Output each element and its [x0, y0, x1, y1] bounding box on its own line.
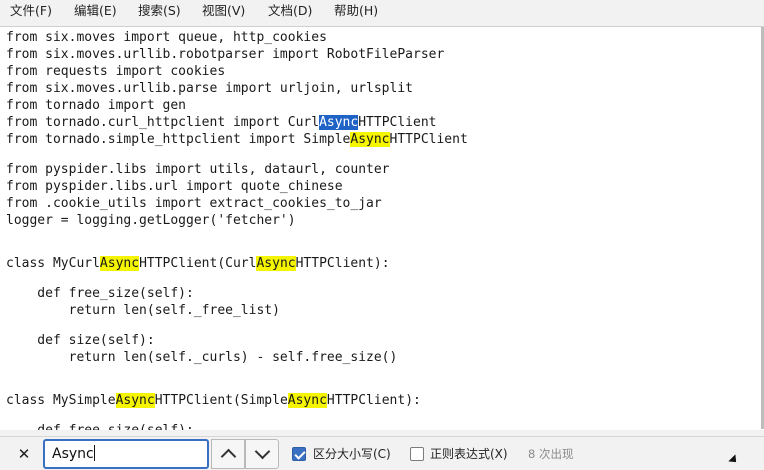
code-line[interactable]: def free_size(self): [6, 422, 194, 430]
match-count: 8 次出现 [528, 447, 574, 461]
code-line[interactable]: from pyspider.libs.url import quote_chin… [6, 178, 343, 195]
code-segment: from requests import cookies [6, 64, 226, 79]
chevron-up-icon [220, 448, 237, 465]
regex-label[interactable]: 正则表达式(X) [430, 439, 508, 469]
menubar: 文件(F) 编辑(E) 搜索(S) 视图(V) 文档(D) 帮助(H) [0, 0, 764, 22]
current-match-selection: Async [319, 115, 359, 130]
code-segment: HTTPClient): [295, 256, 390, 271]
code-line[interactable]: from pyspider.libs import utils, dataurl… [6, 161, 390, 178]
code-line[interactable]: from tornado.curl_httpclient import Curl… [6, 114, 437, 131]
close-icon: ✕ [17, 445, 31, 463]
code-line[interactable]: from six.moves.urllib.robotparser import… [6, 46, 444, 63]
code-segment: def free_size(self): [6, 423, 194, 430]
code-segment: HTTPClient [358, 115, 437, 130]
search-input[interactable]: Async [43, 439, 209, 469]
code-segment: from pyspider.libs import utils, dataurl… [6, 162, 390, 177]
find-previous-button[interactable] [211, 439, 245, 469]
code-segment: from six.moves.urllib.parse import urljo… [6, 81, 413, 96]
menu-search[interactable]: 搜索(S) [138, 0, 181, 22]
code-segment: from tornado.simple_httpclient import Si… [6, 132, 351, 147]
chevron-down-icon [254, 443, 271, 460]
code-line[interactable]: from tornado.simple_httpclient import Si… [6, 131, 468, 148]
search-input-value: Async [52, 446, 94, 462]
code-segment: def free_size(self): [6, 286, 194, 301]
code-segment: from pyspider.libs.url import quote_chin… [6, 179, 343, 194]
code-line[interactable]: logger = logging.getLogger('fetcher') [6, 212, 296, 229]
code-segment: def size(self): [6, 333, 155, 348]
search-match-highlight: Async [115, 393, 155, 408]
code-segment: from six.moves.urllib.robotparser import… [6, 47, 445, 62]
code-line[interactable]: return len(self._free_list) [6, 302, 280, 319]
code-segment: return len(self._free_list) [6, 303, 280, 318]
code-segment: class MyCurl [6, 256, 100, 271]
code-line[interactable]: from six.moves import queue, http_cookie… [6, 29, 327, 46]
code-segment: from .cookie_utils import extract_cookie… [6, 196, 382, 211]
regex-checkbox[interactable] [410, 447, 424, 461]
code-segment: return len(self._curls) - self.free_size… [6, 350, 398, 365]
match-case-checkbox[interactable] [292, 447, 306, 461]
code-editor[interactable]: from six.moves import queue, http_cookie… [0, 26, 764, 430]
close-find-button[interactable]: ✕ [14, 439, 34, 469]
code-segment: from six.moves import queue, http_cookie… [6, 30, 327, 45]
search-match-highlight: Async [350, 132, 390, 147]
code-line[interactable]: from six.moves.urllib.parse import urljo… [6, 80, 413, 97]
search-match-highlight: Async [287, 393, 327, 408]
code-segment: HTTPClient(Simple [154, 393, 288, 408]
code-line[interactable]: return len(self._curls) - self.free_size… [6, 349, 398, 366]
match-case-label[interactable]: 区分大小写(C) [313, 439, 391, 469]
code-segment: class MySimple [6, 393, 116, 408]
search-match-highlight: Async [99, 256, 140, 271]
find-bar: ✕ Async 区分大小写(C) 正则表达式(X) 8 次出现 [0, 436, 764, 470]
text-caret [93, 445, 95, 461]
code-segment: HTTPClient): [326, 393, 421, 408]
menu-view[interactable]: 视图(V) [202, 0, 245, 22]
code-line[interactable]: class MyCurlAsyncHTTPClient(CurlAsyncHTT… [6, 255, 390, 272]
code-line[interactable]: class MySimpleAsyncHTTPClient(SimpleAsyn… [6, 392, 421, 409]
menu-edit[interactable]: 编辑(E) [74, 0, 117, 22]
code-segment: from tornado import gen [6, 98, 187, 113]
menu-help[interactable]: 帮助(H) [334, 0, 378, 22]
code-line[interactable]: def free_size(self): [6, 285, 194, 302]
search-match-highlight: Async [256, 256, 296, 271]
code-segment: from tornado.curl_httpclient import Curl [6, 115, 320, 130]
find-next-button[interactable] [245, 439, 279, 469]
code-line[interactable]: from .cookie_utils import extract_cookie… [6, 195, 382, 212]
code-segment: HTTPClient [389, 132, 468, 147]
code-line[interactable]: from tornado import gen [6, 97, 186, 114]
code-line[interactable]: def size(self): [6, 332, 155, 349]
code-line[interactable]: from requests import cookies [6, 63, 225, 80]
menu-file[interactable]: 文件(F) [10, 0, 52, 22]
code-segment: logger = logging.getLogger('fetcher') [6, 213, 296, 228]
menu-document[interactable]: 文档(D) [268, 0, 312, 22]
code-segment: HTTPClient(Curl [139, 256, 257, 271]
